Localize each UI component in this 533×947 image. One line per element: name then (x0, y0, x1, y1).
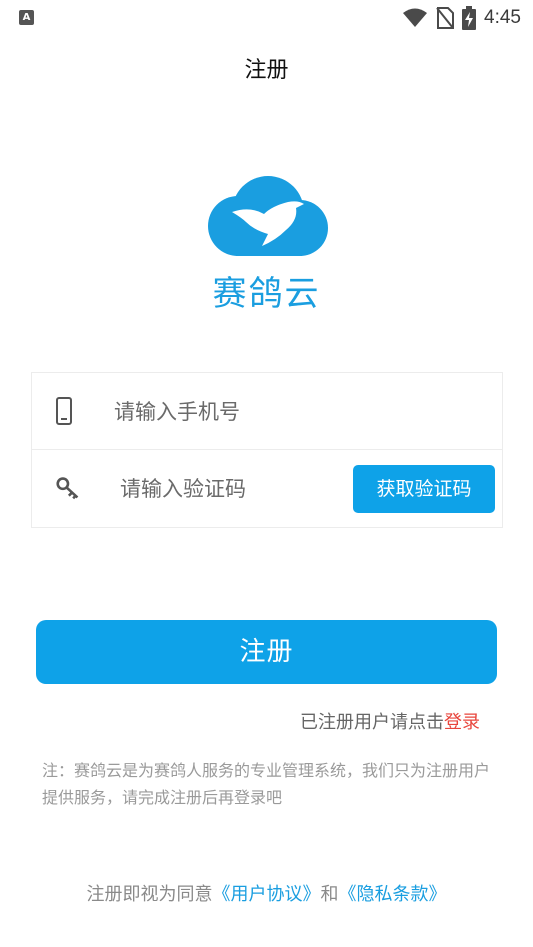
phone-row (32, 373, 502, 450)
status-icons: 4:45 (402, 6, 521, 30)
get-code-button[interactable]: 获取验证码 (353, 465, 495, 513)
key-icon (56, 477, 79, 500)
phone-input[interactable] (114, 397, 474, 427)
no-sim-icon (436, 7, 455, 29)
agreement-and: 和 (320, 884, 339, 905)
wifi-icon (403, 8, 428, 27)
cloud-pigeon-logo (208, 176, 328, 256)
brand-name: 赛鸽云 (212, 274, 321, 314)
phone-icon (56, 397, 72, 425)
code-row: 获取验证码 (32, 450, 502, 526)
app-notification-icon: A (19, 10, 34, 25)
register-button[interactable]: 注册 (36, 620, 497, 684)
status-bar: A 4:45 (0, 0, 533, 36)
agreement-prefix: 注册即视为同意 (86, 884, 213, 905)
agreement-line: 注册即视为同意《用户协议》和《隐私条款》 (0, 880, 533, 906)
service-note: 注：赛鸽云是为赛鸽人服务的专业管理系统，我们只为注册用户提供服务，请完成注册后再… (42, 761, 491, 807)
privacy-policy-link[interactable]: 《隐私条款》 (339, 884, 447, 905)
login-prompt: 已注册用户请点击登录 (300, 708, 480, 734)
login-link[interactable]: 登录 (444, 712, 480, 733)
login-prompt-text: 已注册用户请点击 (300, 712, 444, 733)
page-title: 注册 (244, 58, 289, 83)
status-time: 4:45 (484, 7, 521, 28)
code-input[interactable] (120, 474, 340, 504)
battery-charging-icon (462, 6, 477, 30)
register-form: 获取验证码 (31, 372, 503, 528)
user-agreement-link[interactable]: 《用户协议》 (213, 884, 321, 905)
